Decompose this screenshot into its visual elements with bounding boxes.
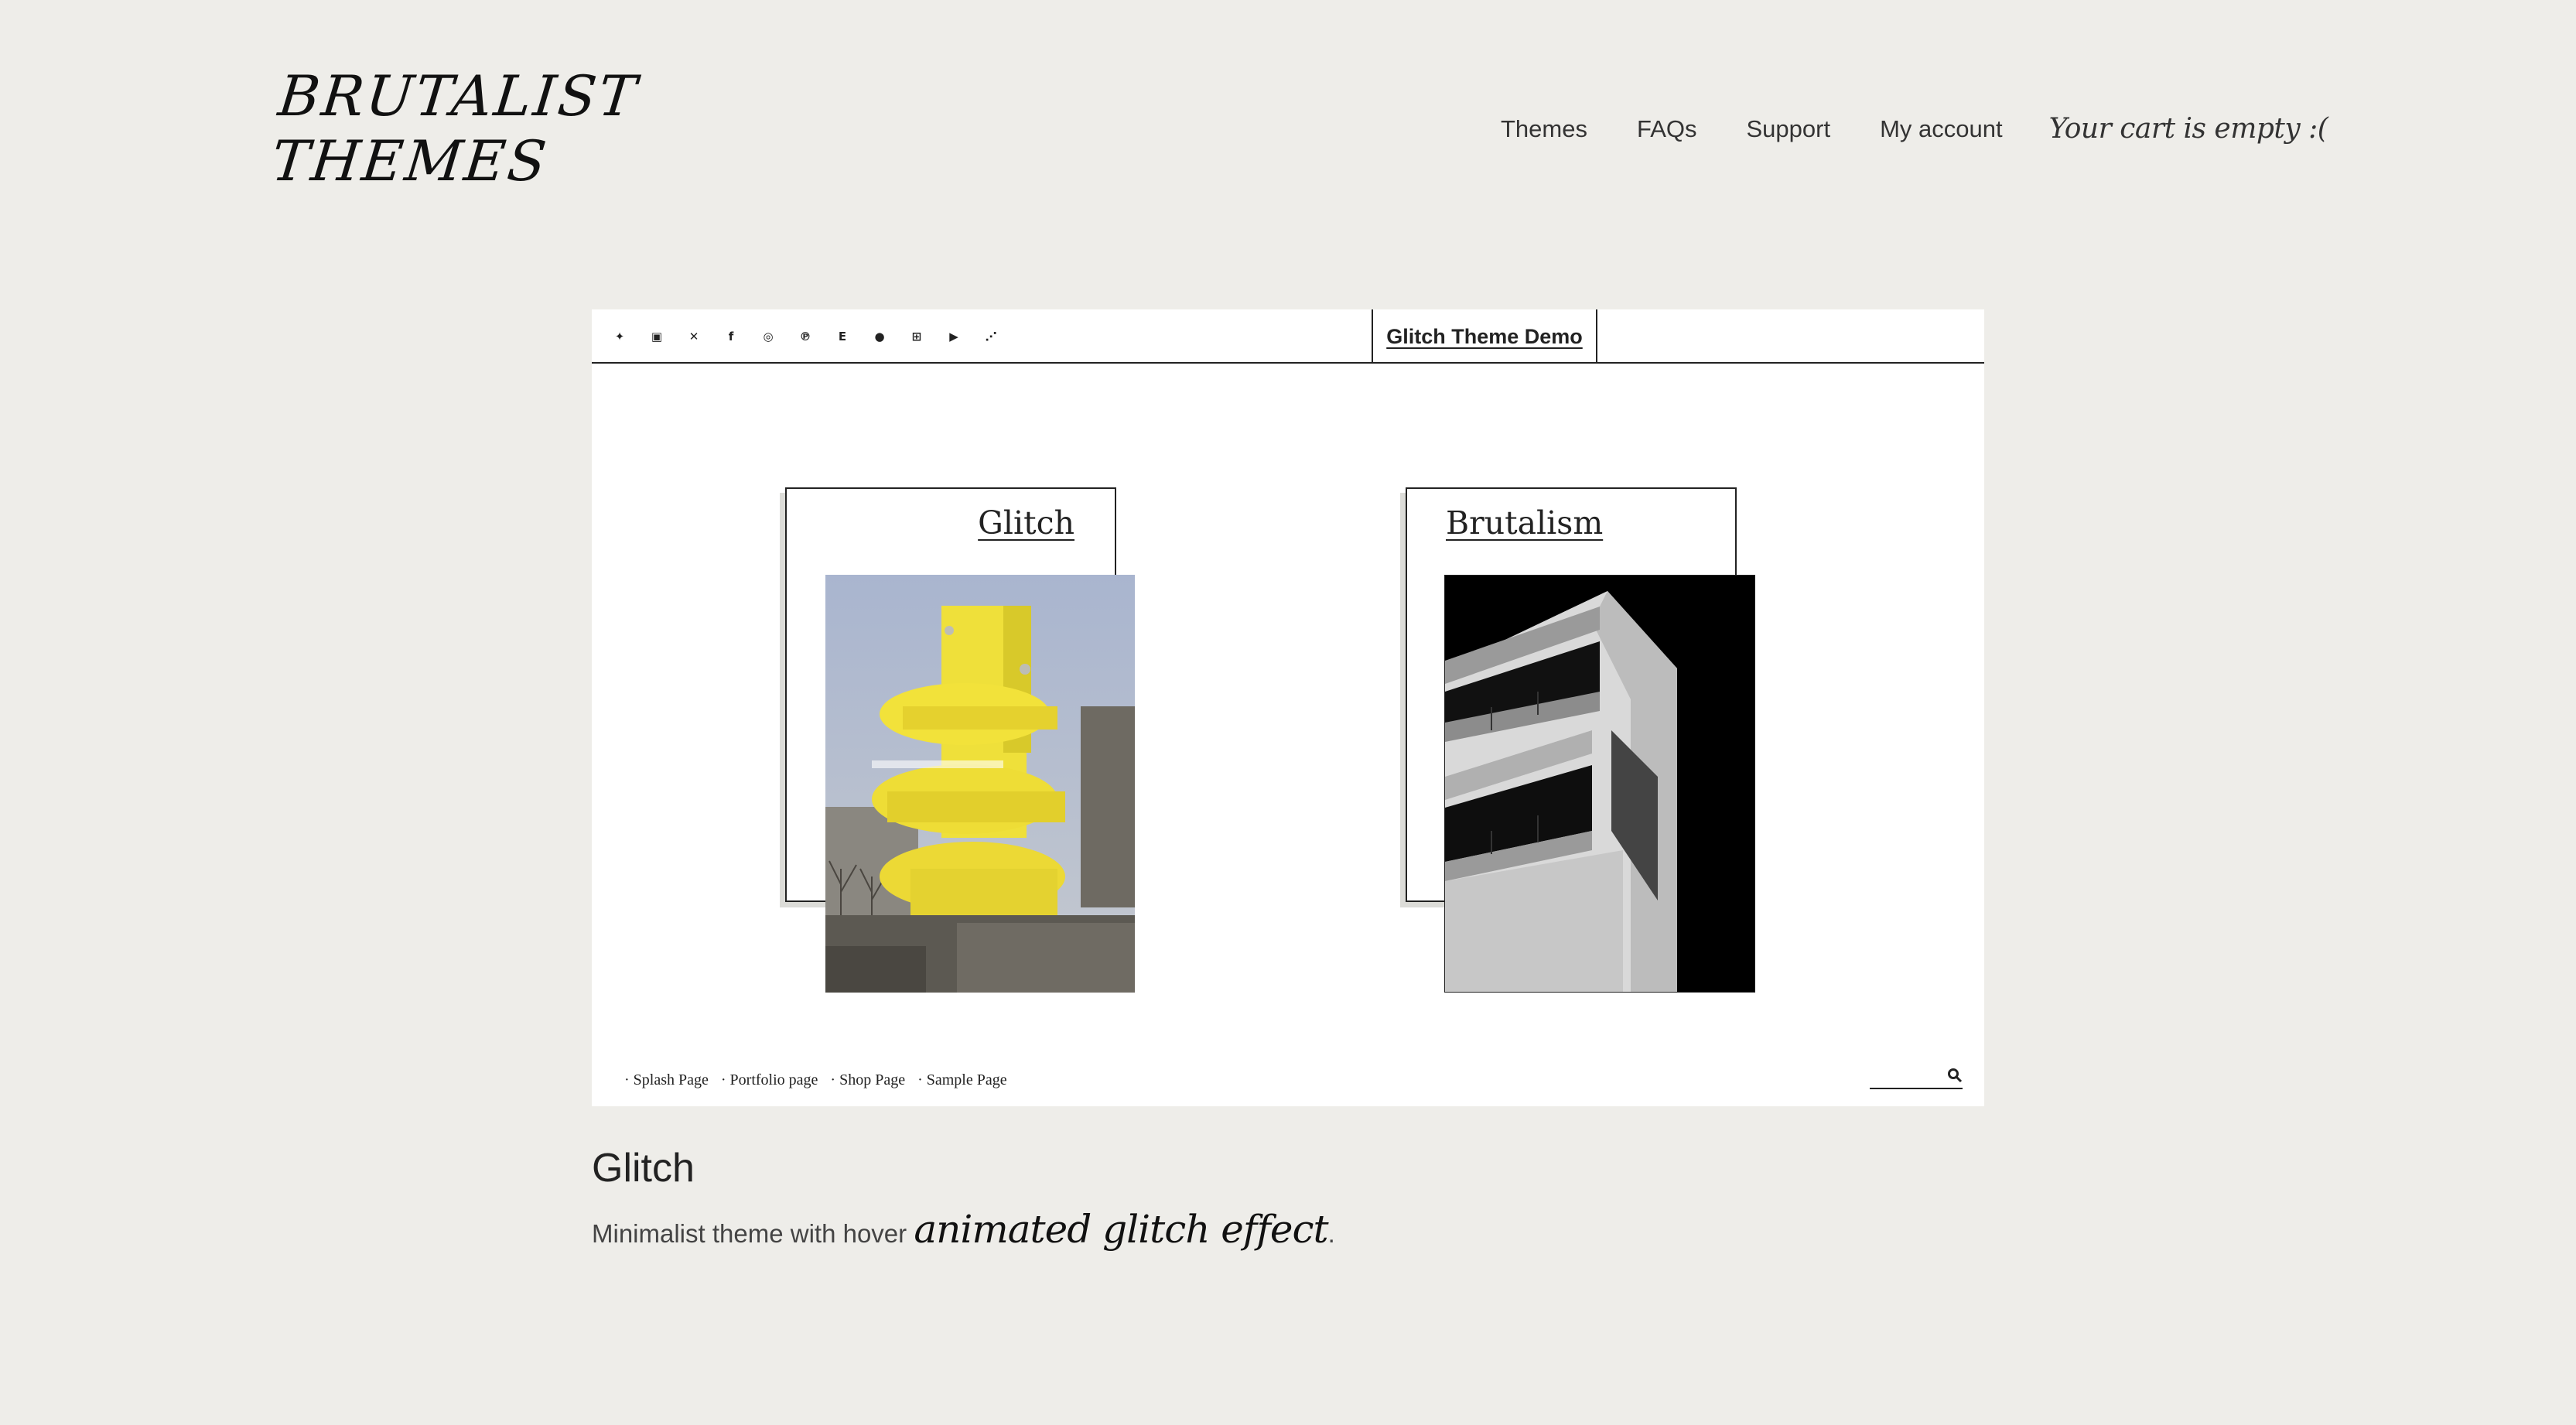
linkedin-icon[interactable]: ▣: [638, 326, 675, 347]
flickr-icon[interactable]: ⊞: [898, 326, 935, 347]
logo-line-1: BRUTALIST: [275, 63, 642, 128]
twitter-icon[interactable]: ✦: [601, 326, 638, 347]
nav-support[interactable]: Support: [1747, 115, 1831, 143]
social-icons: ✦ ▣ ✕ f ◎ ℗ E ● ⊞ ▶ ⋰: [601, 326, 1010, 347]
site-logo[interactable]: BRUTALIST THEMES: [268, 63, 641, 193]
xing-icon[interactable]: ✕: [675, 326, 712, 347]
theme-description-prefix: Minimalist theme with hover: [592, 1219, 914, 1248]
footer-link-portfolio[interactable]: · Portfolio page: [721, 1071, 818, 1089]
preview-footer-links: · Splash Page · Portfolio page · Shop Pa…: [624, 1071, 1007, 1089]
demo-title-link[interactable]: Glitch Theme Demo: [1372, 309, 1597, 364]
pinterest-icon[interactable]: ℗: [787, 326, 824, 347]
card-brutalism-label[interactable]: Brutalism: [1446, 504, 1603, 542]
search-input[interactable]: [1870, 1066, 1939, 1088]
preview-search: [1870, 1066, 1963, 1089]
theme-title[interactable]: Glitch: [592, 1145, 695, 1191]
footer-link-sample[interactable]: · Sample Page: [917, 1071, 1007, 1089]
search-icon[interactable]: [1947, 1068, 1963, 1087]
nav-faqs[interactable]: FAQs: [1637, 115, 1697, 143]
main-nav: Themes FAQs Support My account Your cart…: [1501, 113, 2328, 145]
theme-description: Minimalist theme with hover animated gli…: [592, 1207, 1335, 1252]
glitch-photo[interactable]: [825, 575, 1135, 993]
nav-themes[interactable]: Themes: [1501, 115, 1587, 143]
theme-preview-frame[interactable]: ✦ ▣ ✕ f ◎ ℗ E ● ⊞ ▶ ⋰ Glitch Theme Demo …: [592, 309, 1984, 1106]
theme-description-suffix: .: [1327, 1219, 1335, 1248]
brutalism-photo[interactable]: [1444, 575, 1755, 993]
etsy-icon[interactable]: E: [824, 326, 861, 347]
page: BRUTALIST THEMES Themes FAQs Support My …: [0, 0, 2576, 1425]
youtube-icon[interactable]: ▶: [935, 326, 972, 347]
rss-icon[interactable]: ⋰: [972, 326, 1010, 347]
cart-link[interactable]: Your cart is empty :(: [2049, 113, 2328, 145]
instagram-icon[interactable]: ◎: [750, 326, 787, 347]
logo-line-2: THEMES: [268, 128, 552, 193]
footer-link-shop[interactable]: · Shop Page: [830, 1071, 905, 1089]
footer-link-splash[interactable]: · Splash Page: [624, 1071, 709, 1089]
card-glitch-label[interactable]: Glitch: [978, 504, 1074, 542]
facebook-icon[interactable]: f: [712, 326, 750, 347]
nav-my-account[interactable]: My account: [1880, 115, 2003, 143]
preview-topbar: ✦ ▣ ✕ f ◎ ℗ E ● ⊞ ▶ ⋰ Glitch Theme Demo: [592, 309, 1984, 364]
theme-description-highlight: animated glitch effect: [914, 1207, 1328, 1252]
goodreads-icon[interactable]: ●: [861, 326, 898, 347]
